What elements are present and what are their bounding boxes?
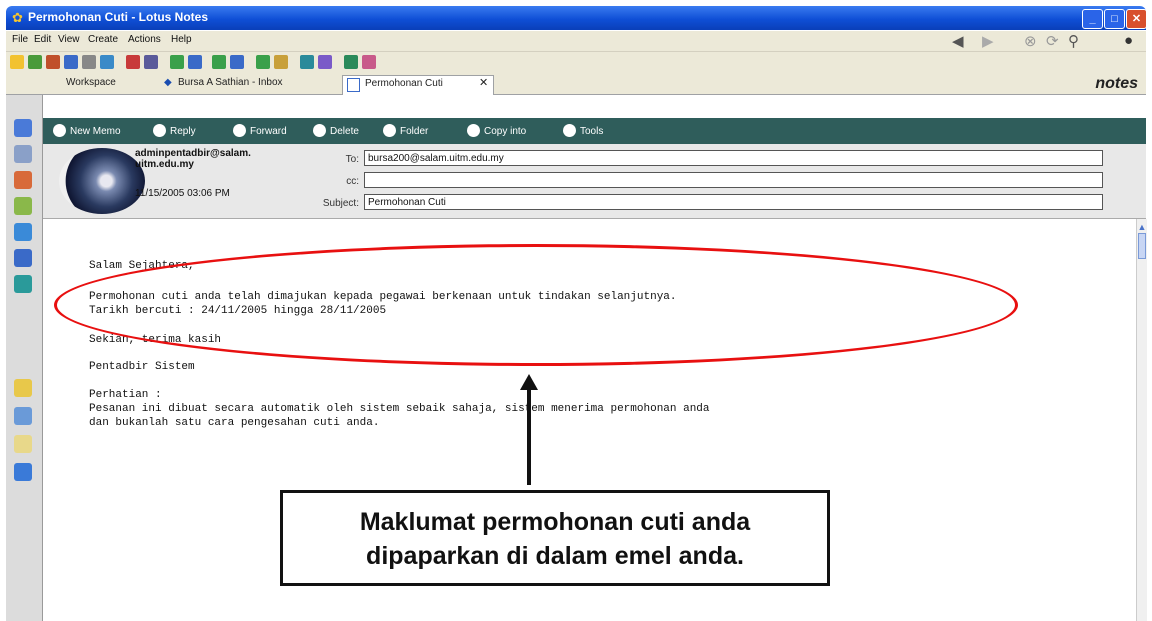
folder-icon bbox=[383, 124, 396, 137]
toolbar-icon-8[interactable] bbox=[144, 55, 158, 69]
folder-button[interactable]: Folder bbox=[383, 124, 428, 137]
tab-bar: Workspace ◆ Bursa A Sathian - Inbox Perm… bbox=[6, 74, 1146, 95]
toolbar-icon-2[interactable] bbox=[28, 55, 42, 69]
subject-label: Subject: bbox=[322, 198, 359, 209]
note-line-1: Pesanan ini dibuat secara automatik oleh… bbox=[89, 403, 710, 415]
toolbar-icon-17[interactable] bbox=[344, 55, 358, 69]
browser-bookmark-icon[interactable] bbox=[14, 249, 32, 267]
refresh-icon[interactable]: ⟳ bbox=[1046, 32, 1059, 50]
menu-view[interactable]: View bbox=[58, 34, 80, 45]
scroll-up-icon[interactable]: ▲ bbox=[1137, 222, 1147, 232]
new-memo-icon bbox=[53, 124, 66, 137]
sender-avatar bbox=[59, 148, 145, 214]
delete-button[interactable]: Delete bbox=[313, 124, 359, 137]
forward-icon bbox=[233, 124, 246, 137]
more-bookmarks-icon[interactable] bbox=[14, 407, 32, 425]
subject-field[interactable]: Permohonan Cuti bbox=[364, 194, 1103, 210]
callout-line-2: dipaparkan di dalam emel anda. bbox=[366, 542, 744, 570]
toolbar-icon-12[interactable] bbox=[230, 55, 244, 69]
copy-into-icon bbox=[467, 124, 480, 137]
tab-permohonan-cuti[interactable]: Permohonan Cuti ✕ bbox=[342, 75, 494, 95]
note-title: Perhatian : bbox=[89, 389, 162, 401]
toolbar-icon-18[interactable] bbox=[362, 55, 376, 69]
search-icon[interactable]: ⚲ bbox=[1068, 32, 1079, 50]
tools-button[interactable]: Tools bbox=[563, 124, 603, 137]
bookmark-sidebar bbox=[6, 95, 43, 621]
toolbar-icon-14[interactable] bbox=[274, 55, 288, 69]
databases-bookmark-icon[interactable] bbox=[14, 275, 32, 293]
note-line-2: dan bukanlah satu cara pengesahan cuti a… bbox=[89, 417, 380, 429]
annotation-callout: Maklumat permohonan cuti anda dipaparkan… bbox=[280, 490, 830, 586]
forward-arrow-icon[interactable]: ▶ bbox=[982, 32, 994, 50]
reply-button[interactable]: Reply bbox=[153, 124, 196, 137]
toolbar-icon-5[interactable] bbox=[82, 55, 96, 69]
toolbar-icon-6[interactable] bbox=[100, 55, 114, 69]
delete-icon bbox=[313, 124, 326, 137]
globe-icon[interactable]: ● bbox=[1124, 32, 1133, 49]
inbox-tab-icon: ◆ bbox=[164, 77, 172, 88]
scroll-thumb[interactable] bbox=[1138, 233, 1146, 259]
reply-icon bbox=[153, 124, 166, 137]
toolbar-icon-16[interactable] bbox=[318, 55, 332, 69]
tab-inbox[interactable]: Bursa A Sathian - Inbox bbox=[178, 77, 283, 88]
close-button[interactable]: ✕ bbox=[1126, 9, 1147, 29]
folder-bookmark-icon[interactable] bbox=[14, 435, 32, 453]
mail-bookmark-icon[interactable] bbox=[14, 119, 32, 137]
cc-label: cc: bbox=[346, 176, 359, 187]
window-title: Permohonan Cuti - Lotus Notes bbox=[28, 10, 208, 24]
toolbar-icon-10[interactable] bbox=[188, 55, 202, 69]
email-header: adminpentadbir@salam. uitm.edu.my 11/15/… bbox=[43, 144, 1146, 219]
annotation-arrow bbox=[527, 388, 531, 485]
body-signature: Pentadbir Sistem bbox=[89, 361, 195, 373]
highlight-ellipse bbox=[54, 244, 1018, 366]
toolbar-icon-7[interactable] bbox=[126, 55, 140, 69]
toolbar-icon-15[interactable] bbox=[300, 55, 314, 69]
to-label: To: bbox=[345, 154, 359, 165]
menu-actions[interactable]: Actions bbox=[128, 34, 161, 45]
lotus-notes-icon: ✿ bbox=[12, 10, 23, 25]
toolbar-icon-11[interactable] bbox=[212, 55, 226, 69]
menu-edit[interactable]: Edit bbox=[34, 34, 51, 45]
copy-into-button[interactable]: Copy into bbox=[467, 124, 526, 137]
menu-create[interactable]: Create bbox=[88, 34, 118, 45]
toolbar-icon-4[interactable] bbox=[64, 55, 78, 69]
title-bar: ✿ Permohonan Cuti - Lotus Notes _ □ ✕ bbox=[6, 6, 1147, 30]
toolbar-icon-13[interactable] bbox=[256, 55, 270, 69]
favorites-bookmark-icon[interactable] bbox=[14, 379, 32, 397]
sender-address: adminpentadbir@salam. uitm.edu.my bbox=[135, 148, 251, 170]
forward-button[interactable]: Forward bbox=[233, 124, 287, 137]
back-arrow-icon[interactable]: ◀ bbox=[952, 32, 964, 50]
minimize-button[interactable]: _ bbox=[1082, 9, 1103, 29]
callout-line-1: Maklumat permohonan cuti anda bbox=[359, 508, 751, 536]
cc-field[interactable] bbox=[364, 172, 1103, 188]
calendar-bookmark-icon[interactable] bbox=[14, 145, 32, 163]
address-book-bookmark-icon[interactable] bbox=[14, 171, 32, 189]
sent-date: 11/15/2005 03:06 PM bbox=[135, 188, 230, 199]
toolbar-icon-3[interactable] bbox=[46, 55, 60, 69]
stop-icon[interactable]: ⊗ bbox=[1024, 32, 1037, 50]
vertical-scrollbar[interactable]: ▲ bbox=[1136, 219, 1147, 621]
replication-bookmark-icon[interactable] bbox=[14, 223, 32, 241]
toolbar-icon-1[interactable] bbox=[10, 55, 24, 69]
todo-bookmark-icon[interactable] bbox=[14, 197, 32, 215]
internet-bookmark-icon[interactable] bbox=[14, 463, 32, 481]
maximize-button[interactable]: □ bbox=[1104, 9, 1125, 29]
action-bar: New Memo Reply Forward Delete Folder Cop… bbox=[43, 118, 1146, 144]
icon-toolbar bbox=[6, 52, 1146, 74]
document-icon bbox=[347, 78, 360, 92]
tab-label: Permohonan Cuti bbox=[365, 78, 443, 89]
toolbar-icon-9[interactable] bbox=[170, 55, 184, 69]
menu-bar: File Edit View Create Actions Help ◀ ▶ ⊗… bbox=[6, 31, 1146, 52]
menu-file[interactable]: File bbox=[12, 34, 28, 45]
to-field[interactable]: bursa200@salam.uitm.edu.my bbox=[364, 150, 1103, 166]
notes-logo: notes bbox=[1095, 75, 1138, 92]
menu-help[interactable]: Help bbox=[171, 34, 192, 45]
new-memo-button[interactable]: New Memo bbox=[53, 124, 121, 137]
tab-workspace[interactable]: Workspace bbox=[66, 77, 116, 88]
close-tab-icon[interactable]: ✕ bbox=[479, 76, 488, 89]
tools-icon bbox=[563, 124, 576, 137]
